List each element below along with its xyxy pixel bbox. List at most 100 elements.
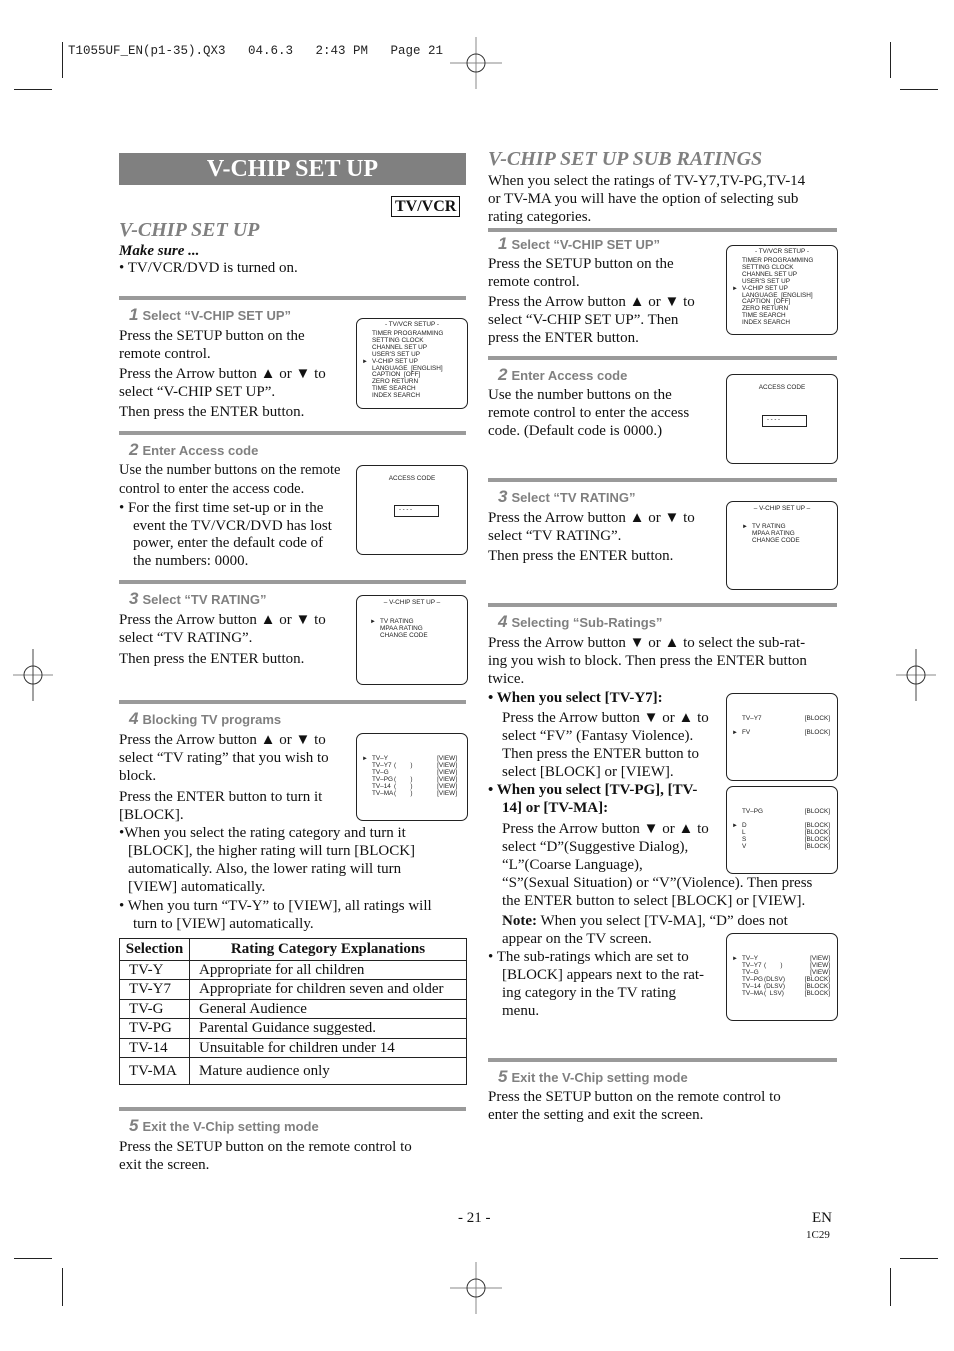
- step-heading: 3 Select “TV RATING”: [498, 487, 636, 506]
- note-label: Note:: [502, 913, 537, 929]
- step-body: Press the Arrow button ▲ or ▼ to select …: [488, 510, 695, 564]
- osd-list: ► TV RATING MPAA RATING CHANGE CODE: [370, 618, 428, 640]
- osd-pg-subrating: TV–PG [BLOCK] ► D [BLOCK] L [BLOCK] S [BLOCK] V [B…: [726, 786, 838, 874]
- make-sure-label: Make sure ...: [119, 243, 200, 259]
- sub-heading-y7: • When you select [TV-Y7]:: [488, 690, 663, 706]
- bullet-note: • When you turn “TV-Y” to [VIEW], all ra…: [119, 898, 432, 932]
- osd-list: ► TV RATING MPAA RATING CHANGE CODE: [742, 523, 800, 545]
- step-body: Press the SETUP button on the remote con…: [488, 256, 695, 346]
- step-heading: 4 Blocking TV programs: [129, 709, 281, 729]
- step-heading: 5 Exit the V-Chip setting mode: [498, 1067, 688, 1086]
- step-heading-text: Select “TV RATING”: [142, 592, 267, 607]
- osd-rating-row: TV–MA( ) [VIEW]: [372, 789, 457, 797]
- column-header: Selection: [119, 938, 190, 961]
- table-header-row: Selection Rating Category Explanations: [119, 938, 467, 961]
- table-row: TV-G General Audience: [119, 998, 467, 1019]
- divider: [119, 296, 466, 300]
- step-heading: 5 Exit the V-Chip setting mode: [129, 1116, 319, 1136]
- osd-access-code: ACCESS CODE - - - -: [726, 374, 838, 464]
- registration-mark-icon: [7, 649, 59, 701]
- step-body: Use the number buttons on the remote con…: [488, 387, 690, 439]
- osd-sub-row: ► FV [BLOCK]: [732, 728, 830, 736]
- step-body: Press the Arrow button ▼ or ▲ to select …: [502, 710, 709, 780]
- osd-sub-header: TV–PG [BLOCK]: [742, 808, 830, 815]
- osd-rating-list: ► TV–Y [VIEW] TV–Y7( ) [VIEW] TV–G [VIEW] TV–PG…: [732, 955, 830, 997]
- osd-title: ACCESS CODE: [388, 475, 436, 482]
- code-entry: - - - -: [399, 507, 412, 513]
- print-slug: T1055UF_EN(p1-35).QX3 04.6.3 2:43 PM Pag…: [68, 44, 444, 58]
- step-heading-text: Enter Access code: [142, 443, 259, 458]
- step-heading-text: Exit the V-Chip setting mode: [142, 1119, 319, 1134]
- osd-y7-subrating: TV–Y7 [BLOCK] ► FV [BLOCK]: [726, 693, 838, 781]
- cursor-arrow-icon: ►: [732, 729, 738, 736]
- code-entry: - - - -: [767, 417, 780, 423]
- step-number: 4: [129, 709, 139, 728]
- crop-mark: [14, 89, 52, 90]
- step-body: Press the SETUP button on the remote con…: [119, 1139, 412, 1173]
- line: Use the number buttons on the remote: [119, 462, 341, 478]
- page-banner: V-CHIP SET UP: [119, 153, 466, 185]
- line: Then press the ENTER button.: [119, 404, 305, 420]
- osd-sub-list: TV–Y7 [BLOCK] ► FV [BLOCK]: [732, 715, 830, 737]
- step-heading-text: Select “V-CHIP SET UP”: [142, 308, 292, 323]
- crop-mark: [900, 89, 938, 90]
- osd-title: – V-CHIP SET UP –: [383, 599, 441, 606]
- osd-menu-item: INDEX SEARCH: [742, 319, 790, 327]
- osd-list: TIMER PROGRAMMING SETTING CLOCK CHANNEL SE…: [732, 257, 813, 327]
- divider: [119, 580, 466, 584]
- registration-mark-icon: [890, 649, 942, 701]
- osd-menu-item: CHANGE CODE: [380, 631, 428, 639]
- line: remote control.: [119, 346, 211, 362]
- bullet-note: • For the first time set-up or in the ev…: [119, 500, 332, 569]
- osd-tv-rating: ► TV–Y [VIEW] TV–Y7( ) [VIEW] TV–G [VIEW] TV–PG…: [356, 733, 468, 821]
- registration-mark-icon: [450, 37, 502, 89]
- cursor-arrow-icon: ►: [732, 285, 738, 292]
- osd-tv-rating-result: ► TV–Y [VIEW] TV–Y7( ) [VIEW] TV–G [VIEW] TV–PG…: [726, 933, 838, 1021]
- cursor-arrow-icon: ►: [732, 956, 738, 962]
- page-number: - 21 -: [458, 1210, 491, 1226]
- divider: [119, 700, 466, 704]
- table-row: TV-Y Appropriate for all children: [119, 959, 467, 980]
- cursor-arrow-icon: ►: [732, 822, 738, 829]
- step-body: Use the number buttons on the remote con…: [119, 461, 340, 499]
- osd-rating-row: TV–MA( LSV) [BLOCK]: [742, 989, 830, 997]
- crop-mark: [890, 42, 891, 78]
- osd-menu-item: INDEX SEARCH: [372, 392, 420, 400]
- table-row: TV-PG Parental Guidance suggested.: [119, 1018, 467, 1039]
- cursor-arrow-icon: ►: [370, 619, 376, 625]
- line: control to enter the access code.: [119, 481, 305, 497]
- step-heading: 2 Enter Access code: [498, 365, 628, 384]
- sub-heading-pg: • When you select [TV-PG], [TV- 14] or […: [488, 782, 698, 816]
- osd-access-code: ACCESS CODE - - - -: [356, 465, 468, 555]
- step-body: Press the Arrow button ▲ or ▼ to select …: [119, 612, 326, 667]
- divider: [488, 603, 837, 607]
- osd-sub-list: TV–PG [BLOCK] ► D [BLOCK] L [BLOCK] S [BLOCK] V [B…: [732, 808, 830, 851]
- cursor-arrow-icon: ►: [362, 358, 368, 365]
- divider: [488, 1058, 837, 1062]
- osd-rating-list: ► TV–Y [VIEW] TV–Y7( ) [VIEW] TV–G [VIEW] TV–PG…: [362, 755, 457, 797]
- divider: [488, 228, 837, 232]
- intro-text: When you select the ratings of TV-Y7,TV-…: [488, 173, 806, 225]
- osd-setup-menu: - TV/VCR SETUP - TIMER PROGRAMMING SETTIN…: [726, 245, 838, 335]
- step-number: 2: [129, 440, 139, 459]
- device-badge: TV/VCR: [391, 196, 461, 217]
- osd-sub-header: TV–Y7 [BLOCK]: [742, 715, 830, 722]
- divider: [119, 431, 466, 435]
- step-body: Press the Arrow button ▲ or ▼ to select …: [119, 732, 329, 823]
- step-heading: 1 Select “V-CHIP SET UP”: [498, 234, 661, 253]
- table-row: TV-14 Unsuitable for children under 14: [119, 1037, 467, 1058]
- language-code: EN: [812, 1210, 832, 1226]
- step-body: Press the SETUP button on the remote con…: [488, 1089, 781, 1123]
- osd-menu-item: CHANGE CODE: [752, 536, 800, 544]
- osd-title: - TV/VCR SETUP -: [384, 321, 440, 328]
- section-title: V-CHIP SET UP SUB RATINGS: [488, 148, 763, 170]
- crop-mark: [62, 42, 63, 78]
- registration-mark-icon: [450, 1262, 502, 1314]
- table-row: TV-Y7 Appropriate for children seven and …: [119, 979, 467, 1000]
- cursor-arrow-icon: ►: [362, 756, 368, 762]
- step-heading-text: Blocking TV programs: [142, 712, 282, 727]
- divider: [488, 478, 837, 482]
- step-heading: 3 Select “TV RATING”: [129, 589, 266, 609]
- section-title: V-CHIP SET UP: [119, 219, 260, 241]
- line: select “V-CHIP SET UP”.: [119, 384, 276, 400]
